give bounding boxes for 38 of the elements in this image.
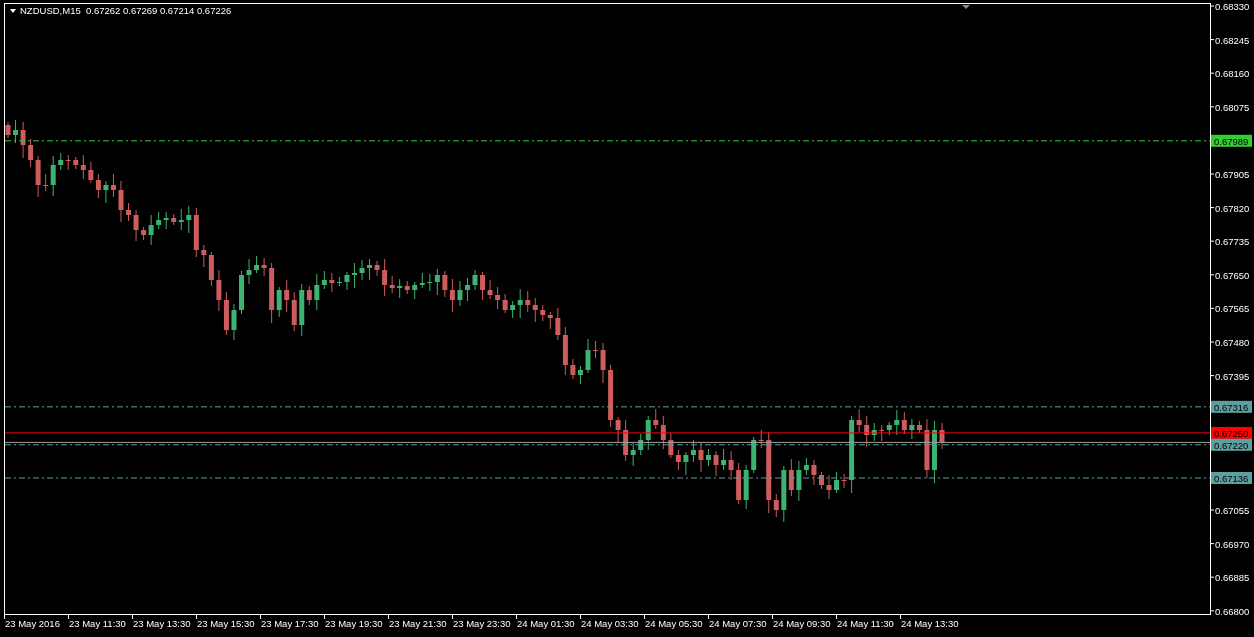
level-line[interactable] (4, 477, 1211, 479)
price-tick-label: 0.67395 (1215, 370, 1250, 382)
price-tick-label: 0.67820 (1215, 202, 1250, 214)
time-tick-label: 23 May 2016 (5, 618, 60, 629)
price-tick-label: 0.67480 (1215, 337, 1250, 348)
price-tick-label: 0.67735 (1215, 236, 1250, 248)
time-tick-label: 24 May 07:30 (709, 618, 767, 629)
price-tick-label: 0.66885 (1215, 572, 1250, 584)
time-tick-label: 24 May 09:30 (773, 618, 831, 629)
time-tick-label: 24 May 13:30 (901, 618, 959, 629)
level-line[interactable] (4, 444, 1211, 446)
price-tick-label: 0.67055 (1215, 505, 1250, 516)
price-tick-label: 0.67650 (1215, 269, 1250, 281)
price-tick-label: 0.68245 (1215, 34, 1250, 46)
price-tick-label: 0.68330 (1215, 1, 1250, 12)
price-tick-label: 0.67905 (1215, 169, 1250, 180)
level-line[interactable] (4, 432, 1211, 434)
level-line[interactable] (4, 140, 1211, 142)
price-tick-label: 0.68075 (1215, 101, 1250, 113)
time-tick-label: 23 May 23:30 (453, 618, 511, 629)
time-tick-label: 24 May 11:30 (837, 618, 894, 629)
price-tick-label: 0.68160 (1215, 68, 1250, 80)
time-tick-label: 24 May 03:30 (581, 618, 639, 629)
time-tick-label: 23 May 21:30 (389, 618, 447, 629)
time-tick-label: 24 May 01:30 (517, 618, 575, 629)
price-tick-label: 0.66970 (1215, 538, 1250, 550)
time-tick-label: 23 May 15:30 (197, 618, 255, 629)
caret-icon[interactable] (10, 9, 16, 13)
price-tick-label: 0.67565 (1215, 303, 1250, 315)
time-tick-label: 23 May 13:30 (133, 618, 191, 629)
price-tick-label: 0.66800 (1215, 605, 1250, 617)
shift-marker-icon[interactable] (962, 5, 970, 9)
time-tick-label: 23 May 19:30 (325, 618, 383, 629)
time-tick-label: 23 May 11:30 (69, 618, 126, 629)
time-tick-label: 24 May 05:30 (645, 618, 703, 629)
time-tick-label: 23 May 17:30 (261, 618, 319, 629)
level-line[interactable] (4, 406, 1211, 408)
chart-title: NZDUSD,M15 0.67262 0.67269 0.67214 0.67226 (20, 5, 232, 16)
